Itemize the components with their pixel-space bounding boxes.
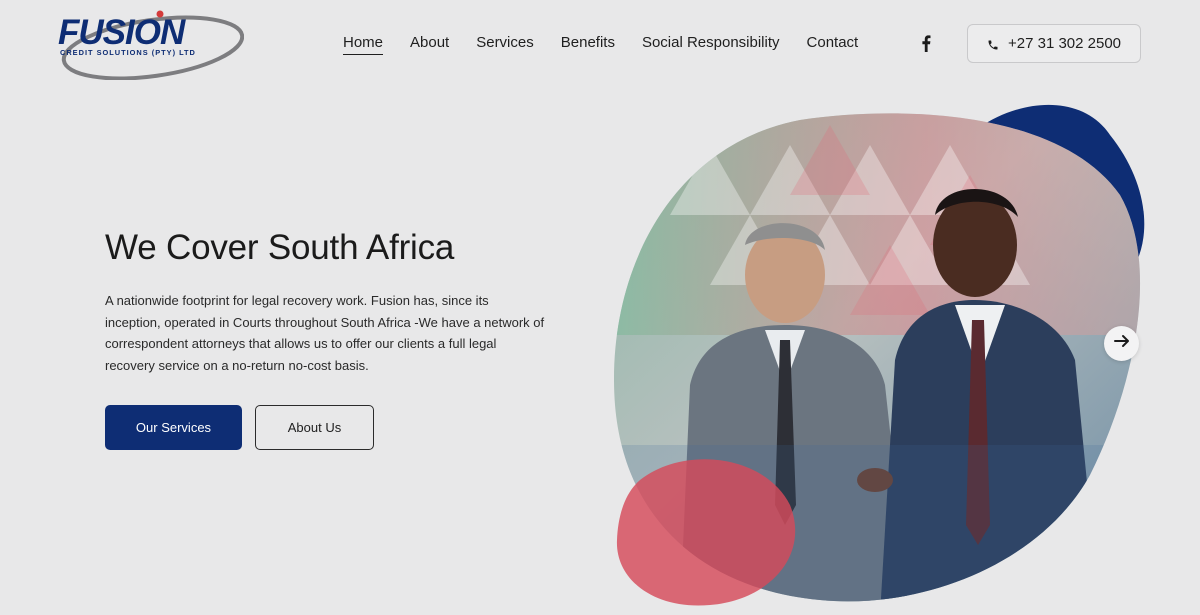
slider-next-button[interactable] (1104, 326, 1139, 361)
fusion-logo[interactable]: FUSION CREDIT SOLUTIONS (PTY) LTD (58, 8, 244, 80)
nav-benefits[interactable]: Benefits (561, 34, 615, 55)
nav-services[interactable]: Services (476, 34, 534, 55)
hero-image (590, 85, 1150, 615)
nav-contact[interactable]: Contact (807, 34, 859, 55)
facebook-icon[interactable] (918, 34, 934, 52)
main-nav: Home About Services Benefits Social Resp… (343, 34, 858, 55)
phone-number: +27 31 302 2500 (1007, 35, 1122, 52)
logo-tagline: CREDIT SOLUTIONS (PTY) LTD (60, 48, 196, 57)
arrow-right-icon (1113, 334, 1130, 353)
nav-about[interactable]: About (410, 34, 449, 55)
hero-title: We Cover South Africa (105, 228, 455, 267)
about-us-button[interactable]: About Us (255, 405, 374, 450)
nav-social-responsibility[interactable]: Social Responsibility (642, 34, 780, 55)
our-services-button[interactable]: Our Services (105, 405, 242, 450)
phone-icon (987, 38, 999, 50)
hero-description: A nationwide footprint for legal recover… (105, 293, 545, 373)
nav-home[interactable]: Home (343, 34, 384, 55)
phone-button[interactable]: +27 31 302 2500 (967, 24, 1141, 63)
logo-wordmark: FUSION (58, 13, 186, 52)
